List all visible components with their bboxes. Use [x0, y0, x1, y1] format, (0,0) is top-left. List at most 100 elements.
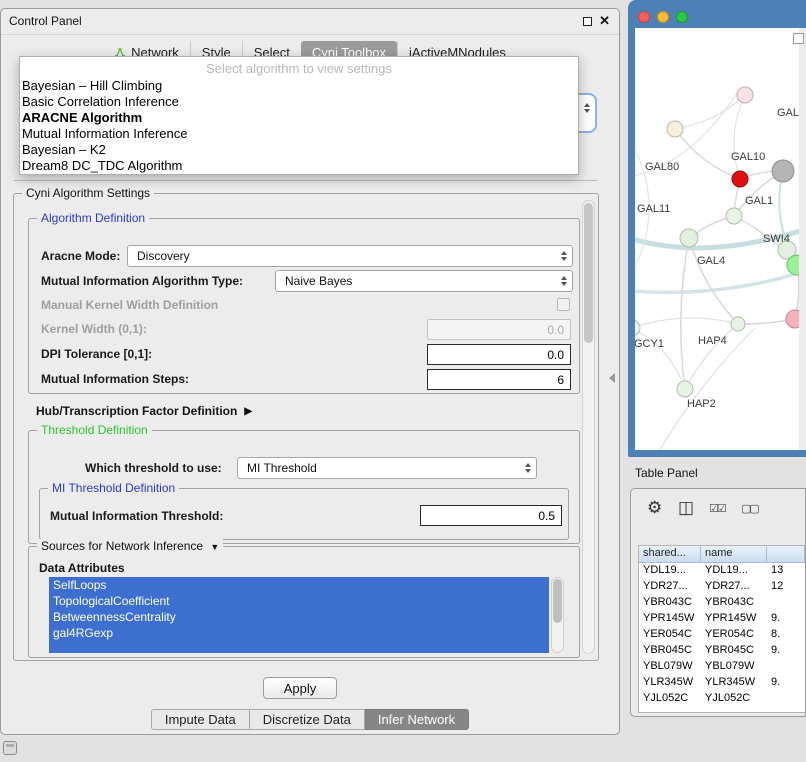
table-row[interactable]: YJL052CYJL052C	[639, 691, 805, 707]
unselect-all-columns-icon[interactable]: ▢▢	[741, 502, 758, 515]
network-canvas[interactable]: GAL80GAL10GALGAL11GAL1SWI4GAL4GCY1HAP4HA…	[635, 28, 799, 450]
attribute-item-partial[interactable]	[49, 641, 549, 653]
close-icon[interactable]: ✕	[599, 13, 610, 29]
tab-discretize-data[interactable]: Discretize Data	[250, 709, 365, 730]
algorithm-option[interactable]: Mutual Information Inference	[20, 126, 578, 142]
aracne-mode-select[interactable]: Discovery	[127, 245, 573, 267]
algorithm-dropdown-placeholder: Select algorithm to view settings	[20, 59, 578, 78]
table-cell: YJL052C	[639, 691, 701, 707]
tab-infer-network[interactable]: Infer Network	[365, 709, 469, 730]
algorithm-option[interactable]: Basic Correlation Inference	[20, 94, 578, 110]
window-title: Control Panel	[9, 14, 82, 28]
table-row[interactable]: YBR043CYBR043C	[639, 595, 805, 611]
attributes-scrollbar-thumb[interactable]	[553, 579, 562, 623]
data-attributes-list: SelfLoopsTopologicalCoefficientBetweenne…	[49, 577, 549, 653]
birdseye-toggle-icon[interactable]	[793, 33, 804, 44]
attribute-item[interactable]: TopologicalCoefficient	[49, 593, 549, 609]
float-window-icon[interactable]	[583, 17, 592, 26]
network-edge	[675, 95, 745, 129]
which-threshold-select[interactable]: MI Threshold	[237, 457, 537, 479]
column-header[interactable]: shared...	[639, 546, 701, 563]
network-node-label: GAL4	[697, 255, 725, 267]
table-row[interactable]: YPR145WYPR145W9.	[639, 611, 805, 627]
panel-resize-arrow[interactable]	[609, 373, 615, 383]
show-columns-icon[interactable]: ◫	[678, 498, 694, 518]
chevron-right-icon: ▶	[244, 406, 252, 417]
sources-title-label: Sources for Network Inference	[41, 539, 203, 553]
attribute-item[interactable]: gal4RGexp	[49, 625, 549, 641]
network-node[interactable]	[772, 160, 794, 182]
table-cell: YBR043C	[639, 595, 701, 611]
table-row[interactable]: YBL079WYBL079W	[639, 659, 805, 675]
attribute-item[interactable]: BetweennessCentrality	[49, 609, 549, 625]
mi-steps-field[interactable]: 6	[427, 369, 571, 390]
table-settings-gear-icon[interactable]: ⚙	[647, 498, 662, 518]
table-body: YDL19...YDL19...13YDR27...YDR27...12YBR0…	[639, 563, 805, 707]
table-row[interactable]: YLR345WYLR345W9.	[639, 675, 805, 691]
table-row[interactable]: YDR27...YDR27...12	[639, 579, 805, 595]
table-cell: YBR043C	[701, 595, 767, 611]
algorithm-option[interactable]: ARACNE Algorithm	[20, 110, 578, 126]
network-node[interactable]	[737, 87, 753, 103]
cyni-algorithm-settings-group: Cyni Algorithm Settings Algorithm Defini…	[13, 193, 599, 661]
network-node-label: GAL11	[637, 203, 670, 215]
network-node[interactable]	[667, 121, 683, 137]
dpi-tolerance-field[interactable]: 0.0	[427, 344, 571, 365]
table-cell: 9.	[767, 675, 805, 691]
table-row[interactable]: YBR045CYBR045C9.	[639, 643, 805, 659]
column-header[interactable]	[767, 546, 805, 563]
network-edge	[689, 238, 738, 324]
table-panel-window: ⚙ ◫ ☑☑ ▢▢ shared...name YDL19...YDL19...…	[630, 488, 806, 717]
algorithm-option[interactable]: Bayesian – K2	[20, 142, 578, 158]
network-node-hap2[interactable]	[677, 381, 693, 397]
network-window-right-strip	[799, 28, 806, 450]
network-node[interactable]	[786, 310, 799, 328]
table-cell: YBR045C	[639, 643, 701, 659]
minimized-panel-icon[interactable]	[3, 741, 17, 755]
network-node-gal4[interactable]	[680, 229, 698, 247]
network-node-label: SWI4	[763, 233, 790, 245]
table-cell: 9.	[767, 643, 805, 659]
chevron-down-icon[interactable]: ▼	[210, 542, 219, 552]
table-cell: YPR145W	[701, 611, 767, 627]
data-attributes-label: Data Attributes	[39, 561, 125, 575]
close-traffic-light-icon[interactable]	[638, 11, 650, 23]
settings-scrollbar	[582, 200, 595, 654]
network-node-label: HAP4	[698, 335, 727, 347]
algorithm-option[interactable]: Bayesian – Hill Climbing	[20, 78, 578, 94]
table-cell: YBL079W	[701, 659, 767, 675]
table-panel-title: Table Panel	[635, 466, 698, 480]
network-edge	[635, 318, 738, 328]
window-traffic-lights	[638, 11, 688, 23]
network-edge	[681, 238, 689, 389]
network-node-gal10[interactable]	[732, 171, 748, 187]
network-node-label: GAL1	[745, 195, 773, 207]
algorithm-option[interactable]: Dream8 DC_TDC Algorithm	[20, 158, 578, 174]
network-node-hap4[interactable]	[731, 317, 745, 331]
table-row[interactable]: YER054CYER054C8.	[639, 627, 805, 643]
column-header[interactable]: name	[701, 546, 767, 563]
algorithm-definition-group: Algorithm Definition Aracne Mode: Discov…	[28, 218, 580, 394]
table-row[interactable]: YDL19...YDL19...13	[639, 563, 805, 579]
settings-scrollbar-thumb[interactable]	[584, 203, 593, 343]
attribute-item[interactable]: SelfLoops	[49, 577, 549, 593]
network-node-gal1[interactable]	[726, 208, 742, 224]
aracne-mode-value: Discovery	[137, 249, 190, 263]
network-node-gcy1[interactable]	[635, 320, 640, 336]
tab-impute-data[interactable]: Impute Data	[151, 709, 250, 730]
mi-threshold-field[interactable]: 0.5	[420, 505, 562, 526]
select-all-columns-icon[interactable]: ☑☑	[709, 502, 725, 515]
minimize-traffic-light-icon[interactable]	[657, 11, 669, 23]
table-cell: YDL19...	[639, 563, 701, 579]
zoom-traffic-light-icon[interactable]	[676, 11, 688, 23]
network-edge	[685, 324, 738, 389]
hub-transcription-factor-expander[interactable]: Hub/Transcription Factor Definition ▶	[36, 404, 252, 418]
combo-stepper-icon	[525, 458, 531, 478]
table-cell: YDR27...	[701, 579, 767, 595]
mi-algorithm-type-select[interactable]: Naive Bayes	[275, 270, 573, 292]
table-cell: 9.	[767, 611, 805, 627]
mi-steps-label: Mutual Information Steps:	[41, 372, 189, 386]
table-cell	[767, 595, 805, 611]
apply-button[interactable]: Apply	[263, 677, 337, 699]
network-node-label: GAL	[777, 107, 799, 119]
